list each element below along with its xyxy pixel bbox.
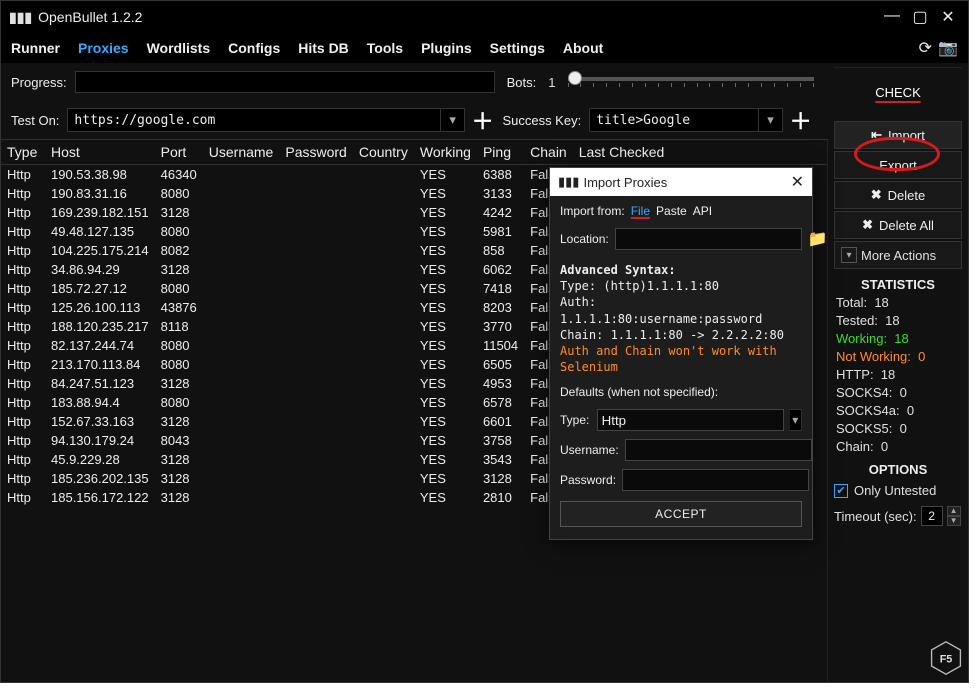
- menu-configs[interactable]: Configs: [228, 40, 280, 56]
- col-password[interactable]: Password: [279, 140, 352, 165]
- col-chain[interactable]: Chain: [524, 140, 573, 165]
- app-title: OpenBullet 1.2.2: [38, 9, 142, 25]
- stat-tested: Tested: 18: [836, 313, 962, 328]
- success-key-input[interactable]: [589, 108, 759, 132]
- dialog-logo: ▮▮▮: [558, 174, 579, 190]
- menu-proxies[interactable]: Proxies: [78, 40, 129, 56]
- col-ping[interactable]: Ping: [477, 140, 524, 165]
- import-button[interactable]: ⇤ Import: [834, 121, 962, 149]
- advanced-syntax: Advanced Syntax: Type: (http)1.1.1.1:80 …: [560, 262, 802, 375]
- menubar: Runner Proxies Wordlists Configs Hits DB…: [1, 33, 968, 63]
- delete-button[interactable]: ✖ Delete: [834, 181, 962, 209]
- tab-paste[interactable]: Paste: [656, 204, 687, 218]
- stat-working: Working: 18: [836, 331, 962, 346]
- dialog-title: Import Proxies: [583, 175, 667, 190]
- history-icon[interactable]: ⟳: [919, 38, 932, 58]
- minimize-button[interactable]: —: [880, 7, 904, 27]
- browse-folder-icon[interactable]: 📁: [808, 229, 828, 249]
- delete-all-button[interactable]: ✖ Delete All: [834, 211, 962, 239]
- options-header: OPTIONS: [834, 462, 962, 477]
- delete-icon: ✖: [871, 187, 882, 203]
- password-input[interactable]: [622, 469, 809, 491]
- timeout-up[interactable]: ▲: [947, 506, 961, 516]
- bots-value: 1: [548, 75, 555, 90]
- import-from-label: Import from:: [560, 204, 625, 218]
- menu-about[interactable]: About: [563, 40, 603, 56]
- col-host[interactable]: Host: [45, 140, 155, 165]
- col-country[interactable]: Country: [353, 140, 414, 165]
- bots-slider[interactable]: [564, 66, 819, 98]
- bots-label: Bots:: [507, 75, 537, 90]
- f5-badge: F5: [928, 640, 964, 676]
- progress-label: Progress:: [11, 75, 67, 90]
- stat-not-working: Not Working: 0: [836, 349, 962, 364]
- col-port[interactable]: Port: [155, 140, 203, 165]
- col-username[interactable]: Username: [203, 140, 280, 165]
- maximize-button[interactable]: ▢: [908, 7, 932, 27]
- menu-settings[interactable]: Settings: [490, 40, 545, 56]
- add-test-button[interactable]: ＋: [469, 104, 497, 136]
- stat-http: HTTP: 18: [836, 367, 962, 382]
- close-button[interactable]: ✕: [936, 7, 960, 27]
- camera-icon[interactable]: 📷: [938, 38, 958, 58]
- location-input[interactable]: [615, 228, 802, 250]
- add-key-button[interactable]: ＋: [787, 104, 815, 136]
- col-working[interactable]: Working: [414, 140, 477, 165]
- success-key-label: Success Key:: [502, 113, 581, 128]
- titlebar: ▮▮▮ OpenBullet 1.2.2 — ▢ ✕: [1, 1, 968, 33]
- test-on-dropdown[interactable]: ▾: [441, 108, 465, 132]
- col-type[interactable]: Type: [1, 140, 45, 165]
- type-dropdown-arrow[interactable]: ▾: [790, 409, 802, 431]
- stat-socks4: SOCKS4: 0: [836, 385, 962, 400]
- test-on-input[interactable]: [67, 108, 441, 132]
- defaults-label: Defaults (when not specified):: [560, 385, 802, 399]
- menu-runner[interactable]: Runner: [11, 40, 60, 56]
- accept-button[interactable]: ACCEPT: [560, 501, 802, 527]
- tab-api[interactable]: API: [693, 204, 712, 218]
- username-label: Username:: [560, 443, 619, 457]
- only-untested-row[interactable]: ✔ Only Untested: [834, 483, 962, 498]
- import-icon: ⇤: [871, 127, 882, 143]
- menu-wordlists[interactable]: Wordlists: [147, 40, 211, 56]
- export-button[interactable]: Export: [834, 151, 962, 179]
- svg-text:F5: F5: [940, 654, 953, 666]
- col-last-checked[interactable]: Last Checked: [573, 140, 827, 165]
- side-panel: CHECK ⇤ Import Export ✖ Delete ✖ Delete …: [828, 63, 968, 682]
- menu-plugins[interactable]: Plugins: [421, 40, 472, 56]
- tab-file[interactable]: File: [631, 204, 650, 218]
- progress-bar: [75, 71, 495, 93]
- delete-all-icon: ✖: [862, 217, 873, 233]
- import-proxies-dialog: ▮▮▮ Import Proxies ✕ Import from: File P…: [549, 167, 813, 540]
- type-label: Type:: [560, 413, 591, 427]
- stat-chain: Chain: 0: [836, 439, 962, 454]
- timeout-label: Timeout (sec):: [834, 509, 917, 524]
- username-input[interactable]: [625, 439, 812, 461]
- statistics-header: STATISTICS: [834, 277, 962, 292]
- stat-socks5: SOCKS5: 0: [836, 421, 962, 436]
- menu-tools[interactable]: Tools: [367, 40, 403, 56]
- dialog-close-button[interactable]: ✕: [791, 172, 804, 192]
- more-actions-dropdown[interactable]: ▾ More Actions: [834, 241, 962, 269]
- success-key-dropdown[interactable]: ▾: [759, 108, 783, 132]
- only-untested-checkbox[interactable]: ✔: [834, 484, 848, 498]
- stat-socks4a: SOCKS4a: 0: [836, 403, 962, 418]
- location-label: Location:: [560, 232, 609, 246]
- password-label: Password:: [560, 473, 616, 487]
- test-on-label: Test On:: [11, 113, 59, 128]
- app-logo: ▮▮▮: [9, 9, 32, 26]
- chevron-down-icon: ▾: [841, 247, 857, 263]
- stat-total: Total: 18: [836, 295, 962, 310]
- timeout-down[interactable]: ▼: [947, 516, 961, 526]
- type-select[interactable]: [597, 409, 784, 431]
- timeout-input[interactable]: [921, 506, 943, 526]
- menu-hitsdb[interactable]: Hits DB: [298, 40, 349, 56]
- check-button[interactable]: CHECK: [834, 67, 962, 117]
